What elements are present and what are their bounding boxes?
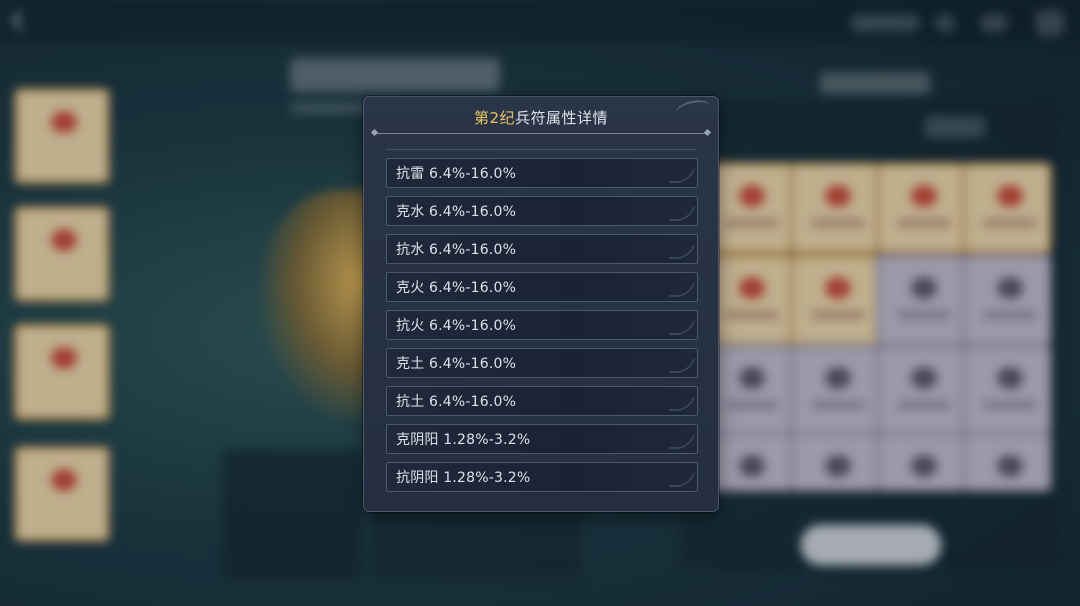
attribute-text: 克火 6.4%-16.0%	[396, 280, 517, 296]
attribute-row: 抗火 6.4%-16.0%	[386, 310, 698, 340]
attribute-text: 抗水 6.4%-16.0%	[396, 242, 517, 258]
dialog-title: 第2纪兵符属性详情	[364, 107, 718, 128]
attribute-row: 抗水 6.4%-16.0%	[386, 234, 698, 264]
title-divider	[376, 133, 706, 134]
attribute-row: 抗雷 6.4%-16.0%	[386, 158, 698, 188]
attribute-row: 克水 6.4%-16.0%	[386, 196, 698, 226]
attribute-row: 抗阴阳 1.28%-3.2%	[386, 462, 698, 492]
attribute-text: 克土 6.4%-16.0%	[396, 356, 517, 372]
attribute-row: 抗土 6.4%-16.0%	[386, 386, 698, 416]
dialog-title-text: 兵符属性详情	[515, 109, 609, 127]
attribute-text: 抗火 6.4%-16.0%	[396, 318, 517, 334]
attribute-row: 克土 6.4%-16.0%	[386, 348, 698, 378]
attribute-text: 抗阴阳 1.28%-3.2%	[396, 470, 531, 486]
attribute-details-dialog: 第2纪兵符属性详情 抗雷 6.4%-16.0% 克水 6.4%-16.0% 抗水…	[363, 96, 719, 512]
attribute-text: 抗土 6.4%-16.0%	[396, 394, 517, 410]
dialog-title-era: 第2纪	[473, 109, 516, 127]
attribute-list[interactable]: 抗雷 6.4%-16.0% 克水 6.4%-16.0% 抗水 6.4%-16.0…	[386, 158, 698, 492]
attribute-row: 克阴阳 1.28%-3.2%	[386, 424, 698, 454]
list-top-edge	[386, 149, 696, 150]
attribute-text: 克水 6.4%-16.0%	[396, 204, 517, 220]
attribute-row: 克火 6.4%-16.0%	[386, 272, 698, 302]
attribute-text: 克阴阳 1.28%-3.2%	[396, 432, 531, 448]
attribute-text: 抗雷 6.4%-16.0%	[396, 166, 517, 182]
